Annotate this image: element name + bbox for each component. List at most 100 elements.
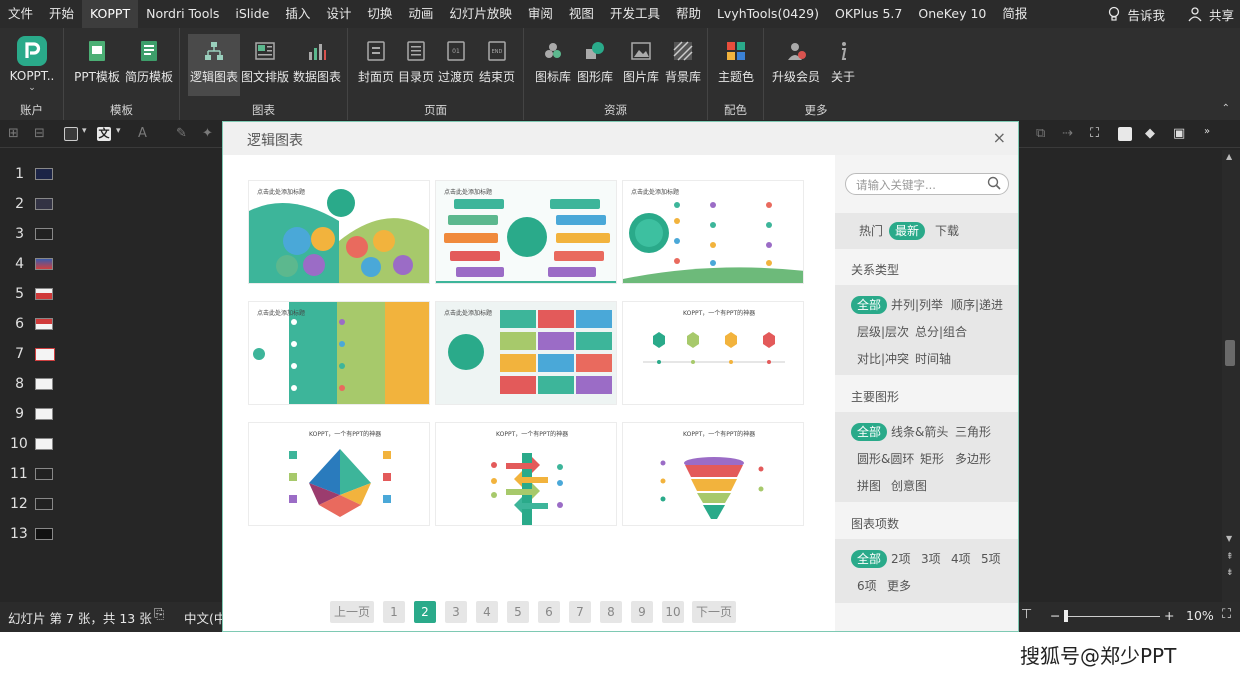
page-button[interactable]: 9 <box>631 601 653 623</box>
template-thumbnail[interactable]: KOPPT，一个有PPT的神器 <box>435 422 617 526</box>
page-button[interactable]: 6 <box>538 601 560 623</box>
filter-option[interactable]: 创意图 <box>891 477 927 495</box>
filter-option[interactable]: 顺序|递进 <box>951 296 1003 314</box>
presenter-icon[interactable]: ⊤ <box>1021 607 1032 622</box>
data-chart-button[interactable]: 数据图表 <box>292 34 342 96</box>
menu-design[interactable]: 设计 <box>318 0 359 28</box>
filter-option[interactable]: 全部 <box>851 423 888 441</box>
slide-item[interactable]: 12 <box>0 489 70 519</box>
fill-color-icon[interactable] <box>1118 127 1132 141</box>
background-library-button[interactable]: 背景库 <box>662 34 704 96</box>
sort-tab-hot[interactable]: 热门 <box>859 222 883 240</box>
menu-onekey[interactable]: OneKey 10 <box>910 0 994 28</box>
template-thumbnail[interactable]: 点击此处添加标题 <box>248 180 430 284</box>
tell-me-button[interactable]: 告诉我 <box>1127 5 1165 24</box>
shape-library-button[interactable]: 图形库 <box>574 34 616 96</box>
image-library-button[interactable]: 图片库 <box>620 34 662 96</box>
transition-page-button[interactable]: 01 过渡页 <box>436 34 476 96</box>
page-button[interactable]: 1 <box>383 601 405 623</box>
icon-library-button[interactable]: 图标库 <box>532 34 574 96</box>
menu-transitions[interactable]: 切换 <box>359 0 400 28</box>
slide-item[interactable]: 2 <box>0 189 70 219</box>
search-input[interactable]: 请输入关键字... <box>856 177 936 193</box>
tool-icon-2[interactable]: ⊟ <box>34 126 45 141</box>
zoom-level[interactable]: 10% <box>1186 608 1214 623</box>
slide-item[interactable]: 8 <box>0 369 70 399</box>
filter-option[interactable]: 全部 <box>851 550 888 568</box>
resume-template-button[interactable]: 简历模板 <box>124 34 174 96</box>
crop-icon[interactable]: ⛶ <box>1090 126 1099 141</box>
zoom-slider-thumb[interactable] <box>1064 610 1068 622</box>
more-tools-icon[interactable]: » <box>1204 126 1210 137</box>
group-icon[interactable]: ⧉ <box>1036 126 1045 141</box>
next-page-button[interactable]: 下一页 <box>692 601 736 623</box>
slide-item[interactable]: 3 <box>0 219 70 249</box>
page-button[interactable]: 7 <box>569 601 591 623</box>
end-page-button[interactable]: END 结束页 <box>476 34 518 96</box>
page-button[interactable]: 10 <box>662 601 684 623</box>
menu-koppt[interactable]: KOPPT <box>82 0 139 28</box>
filter-option[interactable]: 并列|列举 <box>891 296 943 314</box>
share-button[interactable]: 共享 <box>1209 5 1234 24</box>
page-button-current[interactable]: 2 <box>414 601 436 623</box>
filter-option[interactable]: 5项 <box>981 550 1001 568</box>
menu-home[interactable]: 开始 <box>41 0 82 28</box>
tool-icon-1[interactable]: ⊞ <box>8 126 19 141</box>
text-direction-button[interactable]: 文 <box>97 127 111 141</box>
scroll-up-icon[interactable]: ▲ <box>1226 152 1232 161</box>
chevron-down-icon[interactable]: ▾ <box>116 126 121 136</box>
about-button[interactable]: 关于 <box>826 34 860 96</box>
menu-lvyhtools[interactable]: LvyhTools(0429) <box>709 0 827 28</box>
filter-option[interactable]: 线条&箭头 <box>891 423 948 441</box>
theme-color-button[interactable]: 主题色 <box>714 34 758 96</box>
slide-item[interactable]: 4 <box>0 249 70 279</box>
slide-item[interactable]: 5 <box>0 279 70 309</box>
template-thumbnail[interactable]: 点击此处添加标题 <box>435 301 617 405</box>
diamond-down-icon[interactable]: ◆ <box>1145 126 1155 141</box>
menu-developer[interactable]: 开发工具 <box>602 0 668 28</box>
filter-option[interactable]: 时间轴 <box>915 350 951 368</box>
template-thumbnail[interactable]: 点击此处添加标题 <box>622 180 804 284</box>
filter-option[interactable]: 矩形 <box>920 450 944 468</box>
cover-page-button[interactable]: 封面页 <box>356 34 396 96</box>
prev-slide-icon[interactable]: ⇞ <box>1226 552 1234 562</box>
menu-nordri-tools[interactable]: Nordri Tools <box>138 0 227 28</box>
editor-vertical-scrollbar[interactable]: ▲ ▼ ⇞ ⇟ <box>1222 150 1240 602</box>
puzzle-icon[interactable]: ✦ <box>202 126 213 141</box>
layout-button[interactable]: 图文排版 <box>240 34 290 96</box>
sort-tab-download[interactable]: 下载 <box>935 222 959 240</box>
upgrade-member-button[interactable]: 升级会员 <box>770 34 822 96</box>
filter-option[interactable]: 总分|组合 <box>915 323 967 341</box>
scrollbar-thumb[interactable] <box>1225 340 1235 366</box>
collapse-ribbon-icon[interactable]: ⌃ <box>1222 103 1230 114</box>
menu-islide[interactable]: iSlide <box>227 0 277 28</box>
filter-option[interactable]: 4项 <box>951 550 971 568</box>
filter-option[interactable]: 2项 <box>891 550 911 568</box>
page-button[interactable]: 5 <box>507 601 529 623</box>
toc-page-button[interactable]: 目录页 <box>396 34 436 96</box>
search-box[interactable]: 请输入关键字... <box>845 173 1009 195</box>
template-thumbnail[interactable]: KOPPT，一个有PPT的神器 <box>622 301 804 405</box>
slide-item-current[interactable]: 7 <box>0 339 70 369</box>
notes-icon[interactable]: ⎘ <box>154 607 164 622</box>
filter-option[interactable]: 3项 <box>921 550 941 568</box>
prev-page-button[interactable]: 上一页 <box>330 601 374 623</box>
brush-icon[interactable]: ✎ <box>176 126 187 141</box>
slide-item[interactable]: 13 <box>0 519 70 549</box>
menu-animations[interactable]: 动画 <box>400 0 441 28</box>
zoom-slider[interactable] <box>1064 616 1160 617</box>
template-thumbnail[interactable]: KOPPT，一个有PPT的神器 <box>248 422 430 526</box>
language-text[interactable]: 中文(中 <box>184 608 226 627</box>
slide-item[interactable]: 11 <box>0 459 70 489</box>
menu-review[interactable]: 审阅 <box>520 0 561 28</box>
sort-tab-newest[interactable]: 最新 <box>889 222 926 240</box>
filter-option[interactable]: 全部 <box>851 296 888 314</box>
menu-slideshow[interactable]: 幻灯片放映 <box>441 0 520 28</box>
menu-briefing[interactable]: 简报 <box>994 0 1035 28</box>
scroll-down-icon[interactable]: ▼ <box>1226 534 1232 543</box>
font-size-icon[interactable]: A <box>138 126 147 141</box>
page-button[interactable]: 3 <box>445 601 467 623</box>
template-thumbnail[interactable]: 点击此处添加标题 <box>435 180 617 284</box>
slide-item[interactable]: 6 <box>0 309 70 339</box>
filter-option[interactable]: 层级|层次 <box>857 323 909 341</box>
